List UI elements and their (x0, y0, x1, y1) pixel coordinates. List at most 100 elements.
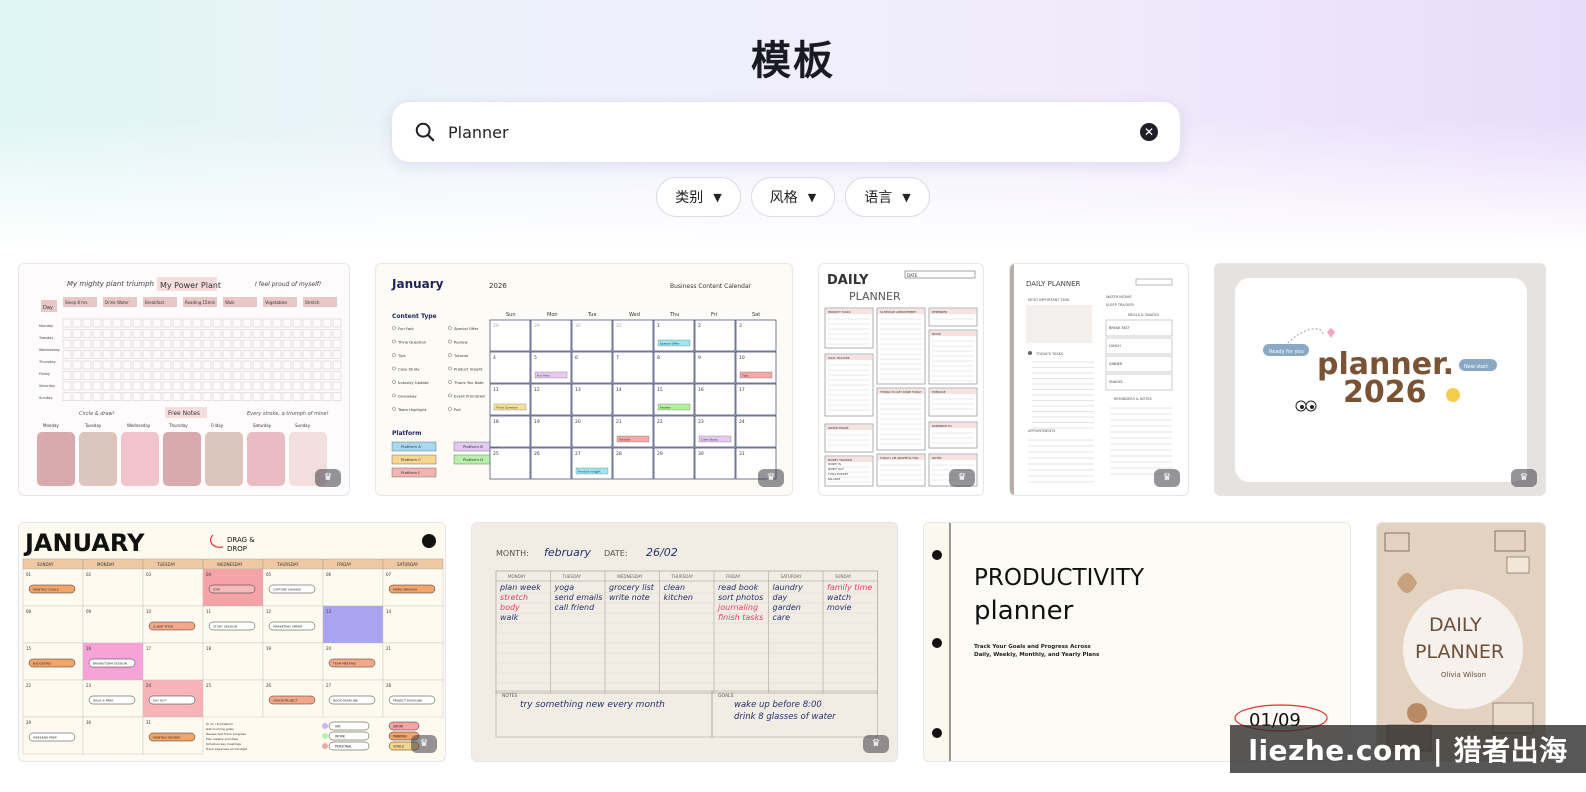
calendar-day-cell (735, 319, 777, 352)
thumb-text: Wednesday (127, 423, 151, 428)
thumb-text: 29 (657, 451, 663, 457)
template-card-power-plant[interactable]: My mighty plant triumph My Power Plant I… (18, 263, 350, 496)
thumb-text: send emails (555, 593, 603, 602)
thumb-text: SUNDAY (37, 562, 54, 567)
thumb-text: 26 (266, 683, 272, 688)
habit-check-box (162, 339, 172, 349)
thumb-text: TUESDAY (156, 562, 176, 567)
premium-crown-icon: ♛ (315, 469, 341, 487)
thumb-text: MONEY IN (828, 462, 841, 466)
thumb-text: 3 (739, 323, 742, 329)
habit-check-box (192, 360, 202, 370)
template-card-january-drag-drop[interactable]: JANUARY DRAG & DROP SUNDAY MONDAY TUESDAY W… (18, 522, 446, 762)
habit-check-box (302, 371, 312, 380)
template-card-business-calendar[interactable]: January 2026 Business Content Calendar C… (375, 263, 793, 496)
thumb-text: STUDY SESSION (213, 625, 237, 629)
thumb-text: 1 (657, 323, 660, 329)
thumb-text: Team Highlight (397, 407, 427, 412)
habit-check-box (102, 381, 112, 391)
habit-check-box (72, 339, 82, 349)
content-type-bullet (392, 407, 396, 411)
thumb-text: 8 (657, 355, 660, 361)
thumb-text: MOST IMPORTANT TASK (1028, 298, 1070, 302)
habit-check-box (322, 392, 332, 401)
thumb-text: WATER INTAKE (828, 426, 849, 430)
habit-check-box (292, 318, 302, 328)
habit-check-box (242, 360, 252, 370)
chevron-down-icon: ▼ (713, 190, 722, 204)
calendar-day-cell (322, 605, 384, 644)
habit-check-box (222, 339, 232, 349)
thumb-text: journaling (717, 603, 758, 612)
calendar-day-cell (322, 568, 384, 607)
thumb-text: Tue (587, 312, 597, 318)
thumb-text: grocery list (609, 583, 655, 592)
calendar-day-cell (612, 351, 654, 384)
thumb-text: PRODUCTIVITY (974, 565, 1145, 591)
calendar-day-cell (202, 642, 264, 681)
filter-category-button[interactable]: 类别 ▼ (656, 177, 741, 217)
habit-check-box (172, 339, 182, 349)
thumb-text: GYM (213, 588, 220, 592)
thumb-text: 21 (616, 419, 622, 425)
habit-check-box (152, 371, 162, 380)
thumb-text: Review and track progress (206, 732, 246, 736)
habit-check-box (92, 371, 102, 380)
habit-check-box (322, 371, 332, 380)
habit-check-box (172, 381, 182, 391)
thumb-text: SUNDAY (835, 574, 852, 579)
template-card-daily-planner-grey[interactable]: DAILY PLANNER MOST IMPORTANT TASK WATER … (1009, 263, 1189, 496)
habit-check-box (62, 339, 72, 349)
clear-search-icon[interactable]: ✕ (1140, 123, 1158, 141)
habit-check-box (232, 371, 242, 380)
filter-language-button[interactable]: 语言 ▼ (845, 177, 930, 217)
thumb-text: Mon (547, 312, 558, 318)
habit-check-box (162, 392, 172, 401)
calendar-day-cell (262, 642, 324, 681)
habit-check-box (92, 318, 102, 328)
habit-check-box (332, 339, 342, 349)
habit-check-box (82, 360, 92, 370)
habit-check-box (102, 339, 112, 349)
thumb-text: Walk (225, 300, 235, 305)
habit-check-box (232, 339, 242, 349)
thumb-text: finish tasks (718, 613, 763, 622)
habit-note-box (163, 432, 201, 486)
thumb-text: THURSDAY (276, 562, 299, 567)
habit-check-box (272, 360, 282, 370)
thumb-text: SLEEP TRACKER (1106, 303, 1135, 307)
thumb-text: 16 (698, 387, 704, 393)
thumb-text: 14 (386, 609, 392, 614)
habit-check-box (272, 329, 282, 338)
thumb-text: sort photos (718, 593, 763, 602)
habit-check-box (122, 392, 132, 401)
thumb-text: 31 (146, 720, 152, 725)
thumb-text: 9 (698, 355, 701, 361)
habit-check-box (302, 339, 312, 349)
search-bar[interactable]: ✕ (391, 101, 1181, 163)
habit-check-box (272, 371, 282, 380)
thumb-text: SCHEDULE APPOINTMENT (880, 310, 916, 314)
calendar-day-cell (202, 679, 264, 718)
habit-check-box (202, 371, 212, 380)
search-input[interactable] (448, 122, 1140, 142)
thumb-text: Saturday (253, 423, 272, 428)
thumb-text: 04 (206, 572, 212, 577)
thumb-text: Friday (211, 423, 224, 428)
habit-check-box (262, 360, 272, 370)
content-type-bullet (392, 393, 396, 398)
template-card-planner-2026[interactable]: Ready for you New start planner. 2026 ♛ (1214, 263, 1546, 496)
habit-check-box (292, 329, 302, 338)
legend-dot (322, 743, 328, 749)
habit-check-box (332, 318, 342, 328)
habit-check-box (132, 318, 142, 328)
thumb-text: THINGS TO GET DONE TODAY (879, 390, 922, 394)
thumb-text: 28 (616, 451, 622, 457)
template-card-handwritten-planner[interactable]: MONTH: february DATE: 26/02 MONDAY TUESDA… (471, 522, 898, 762)
thumb-text: SHOW (393, 725, 404, 729)
thumb-text: Daily, Weekly, Monthly, and Yearly Plans (974, 652, 1100, 658)
thumb-text: Case Study (701, 438, 718, 442)
thumb-text: Industry Update (398, 380, 429, 385)
filter-style-button[interactable]: 风格 ▼ (750, 177, 836, 217)
template-card-daily-planner-pink[interactable]: DAILY PLANNER DATE PRIORITY TASKS SCHEDUL… (818, 263, 984, 496)
